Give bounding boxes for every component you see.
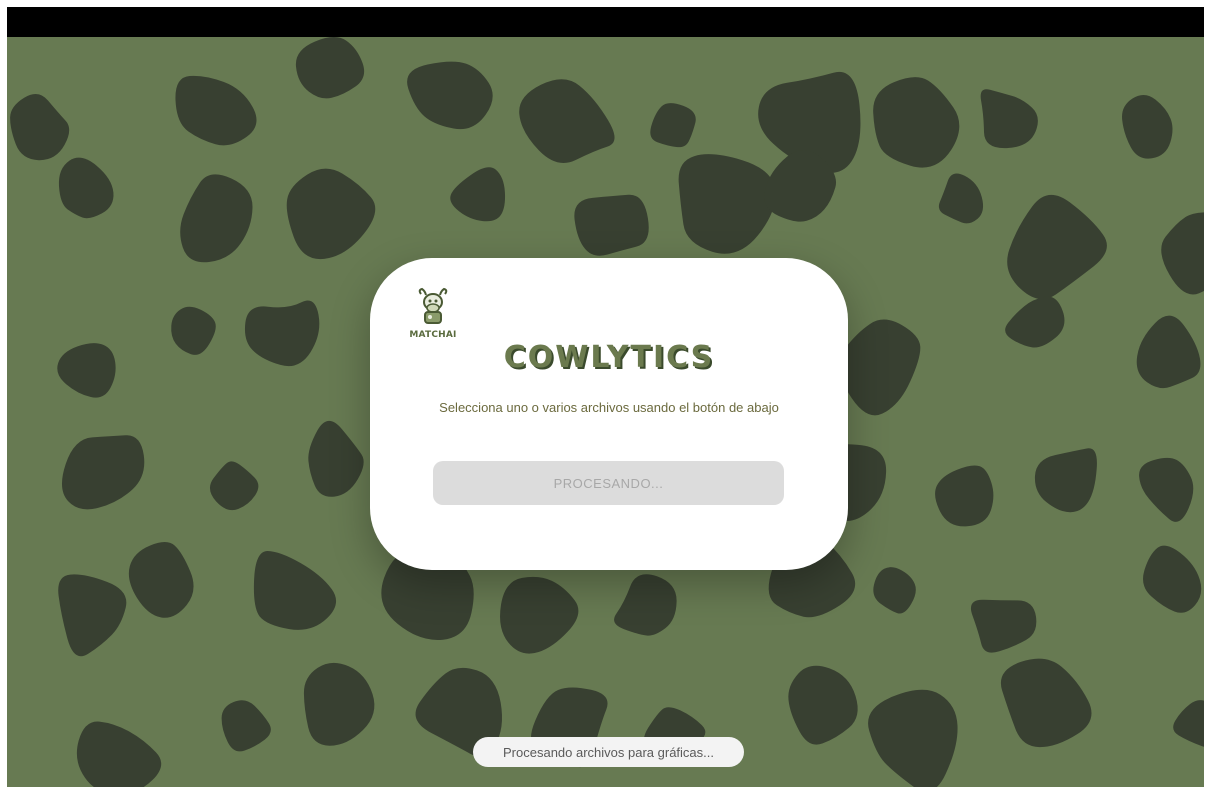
cow-spot xyxy=(519,79,615,163)
cow-spot xyxy=(970,599,1037,653)
cow-spot xyxy=(244,300,320,367)
cow-spot xyxy=(980,89,1038,149)
cow-spot xyxy=(221,700,271,752)
cow-spot xyxy=(868,689,958,787)
cow-spot xyxy=(1000,658,1092,748)
cow-spot xyxy=(938,173,984,224)
cow-spot xyxy=(935,465,994,527)
cow-spot xyxy=(500,576,579,654)
processing-toast: Procesando archivos para gráficas... xyxy=(473,737,744,767)
cow-spot xyxy=(407,61,493,130)
matchai-logo: MATCHAI xyxy=(408,286,458,346)
cow-spot xyxy=(1034,448,1097,513)
cow-icon xyxy=(418,287,448,324)
cow-spot xyxy=(839,319,921,416)
cow-spot xyxy=(253,550,337,630)
instructions-text: Selecciona uno o varios archivos usando … xyxy=(439,400,779,415)
top-bar xyxy=(7,7,1204,37)
cow-spot xyxy=(873,567,916,614)
cow-spot xyxy=(209,461,259,511)
cow-spot xyxy=(678,154,776,254)
cow-spot xyxy=(1143,545,1202,613)
app-window: MATCHAI COWLYTICS Selecciona uno o vario… xyxy=(7,7,1204,787)
cow-spot xyxy=(650,103,696,148)
cow-spot xyxy=(1136,315,1201,389)
cow-spot xyxy=(286,168,376,260)
cow-spot xyxy=(171,306,216,355)
cow-spot xyxy=(10,93,70,161)
cow-spot xyxy=(1139,457,1194,522)
cow-spot xyxy=(58,574,127,657)
cow-spot xyxy=(295,37,365,99)
cow-spot xyxy=(614,574,677,636)
cow-spot xyxy=(450,167,506,222)
cow-spot xyxy=(303,662,375,746)
cow-spot xyxy=(1007,194,1107,300)
cow-spot xyxy=(180,174,253,263)
cow-spot xyxy=(128,542,194,618)
upload-card: MATCHAI COWLYTICS Selecciona uno o vario… xyxy=(370,258,848,570)
cow-spot xyxy=(61,435,145,510)
processing-button[interactable]: PROCESANDO... xyxy=(433,461,784,505)
cow-spot xyxy=(1173,700,1204,747)
cow-spot xyxy=(175,75,257,146)
cow-spot xyxy=(308,420,364,497)
logo-text: MATCHAI xyxy=(409,330,457,340)
cow-spot xyxy=(1161,212,1204,295)
cow-spot xyxy=(788,665,858,745)
cow-spot xyxy=(76,721,162,787)
cow-spot xyxy=(58,157,114,219)
cow-spot xyxy=(1122,94,1173,159)
cow-spot xyxy=(574,194,649,256)
cow-spot xyxy=(1005,296,1065,348)
cow-spot xyxy=(57,343,116,398)
app-title: COWLYTICS xyxy=(503,340,715,375)
cow-spot xyxy=(873,77,960,168)
